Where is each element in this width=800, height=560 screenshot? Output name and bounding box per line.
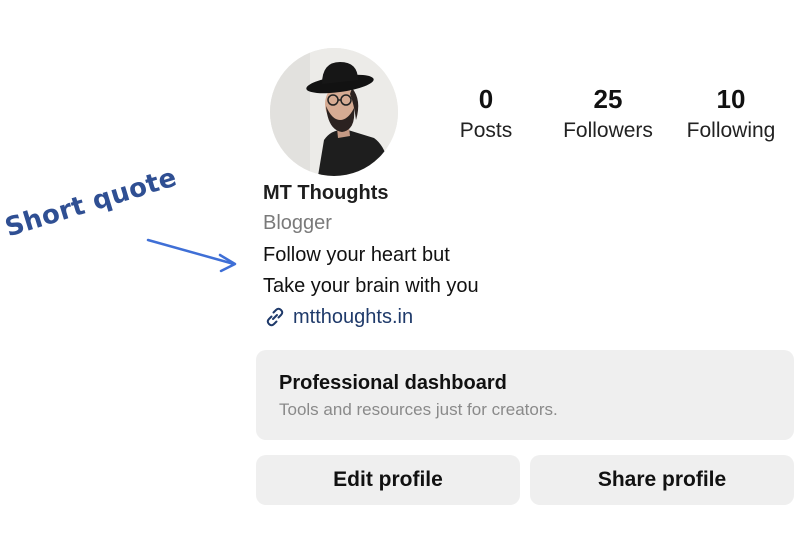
followers-label: Followers [563, 119, 653, 142]
dashboard-subtitle: Tools and resources just for creators. [279, 400, 558, 419]
profile-name: MT Thoughts [263, 182, 389, 204]
stat-followers[interactable]: 25 Followers [553, 84, 663, 146]
stat-following[interactable]: 10 Following [676, 84, 786, 146]
bio-line: Take your brain with you [263, 275, 479, 297]
posts-count: 0 [478, 84, 494, 114]
dashboard-title: Professional dashboard [279, 372, 507, 394]
bio-line: Follow your heart but [263, 244, 450, 266]
bio-link[interactable]: mtthoughts.in [263, 305, 413, 329]
share-profile-button[interactable]: Share profile [530, 455, 794, 505]
bio-link-text: mtthoughts.in [293, 305, 414, 328]
profile-category: Blogger [263, 212, 332, 234]
stat-posts[interactable]: 0 Posts [446, 84, 526, 146]
following-label: Following [686, 119, 776, 142]
edit-profile-button[interactable]: Edit profile [256, 455, 520, 505]
profile-photo-icon [270, 48, 398, 176]
following-count: 10 [716, 84, 746, 114]
link-icon [266, 307, 284, 327]
avatar[interactable] [270, 48, 398, 176]
followers-count: 25 [593, 84, 623, 114]
annotation-arrow-icon [146, 238, 237, 273]
posts-label: Posts [459, 119, 513, 142]
professional-dashboard-card[interactable]: Professional dashboard Tools and resourc… [256, 350, 794, 440]
